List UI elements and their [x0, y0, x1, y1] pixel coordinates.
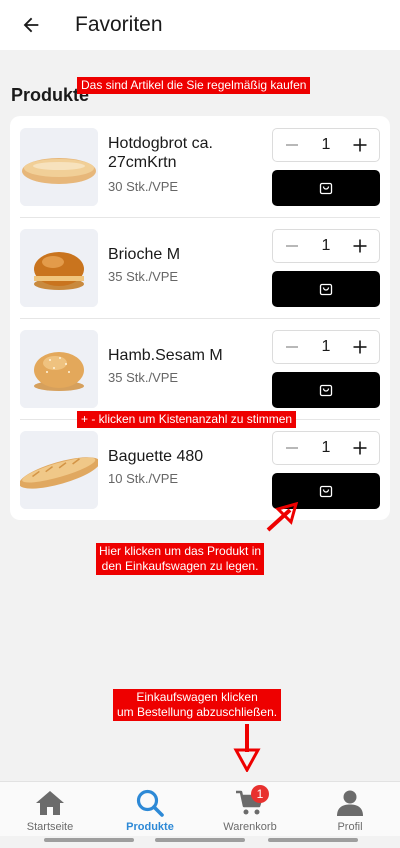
add-to-cart-button[interactable]: [272, 372, 380, 408]
product-image-hamb-sesam: [20, 330, 98, 408]
product-unit: 10 Stk./VPE: [108, 471, 179, 486]
nav-profil[interactable]: Profil: [300, 782, 400, 836]
add-to-cart-button[interactable]: [272, 271, 380, 307]
product-name: Baguette 480: [108, 448, 204, 465]
product-unit: 30 Stk./VPE: [108, 179, 179, 194]
increase-button[interactable]: [351, 237, 369, 255]
nav-produkte[interactable]: Produkte: [100, 782, 200, 836]
increase-button[interactable]: [351, 439, 369, 457]
plus-icon: [353, 138, 367, 152]
cart-count-badge: 1: [251, 785, 269, 803]
product-unit: 35 Stk./VPE: [108, 370, 179, 385]
increase-button[interactable]: [351, 136, 369, 154]
decrease-button[interactable]: [283, 439, 301, 457]
minus-icon: [286, 447, 298, 449]
product-item-hotdogbrot: Hotdogbrot ca. 27cmKrtn 30 Stk./VPE 1: [10, 116, 390, 217]
bottom-navigation: Startseite Produkte 1 Warenkorb Profil: [0, 781, 400, 836]
gesture-bar: [44, 838, 134, 842]
shopping-bag-icon: [319, 283, 333, 296]
search-icon: [134, 789, 166, 817]
nav-label: Produkte: [126, 821, 174, 833]
annotation-line: Einkaufswagen klicken: [136, 690, 258, 704]
product-item-baguette: Baguette 480 10 Stk./VPE 1: [10, 419, 390, 520]
plus-icon: [353, 239, 367, 253]
product-image-hotdogbrot: [20, 128, 98, 206]
decrease-button[interactable]: [283, 136, 301, 154]
quantity-value[interactable]: 1: [311, 136, 341, 154]
gesture-bar: [155, 838, 245, 842]
annotation-line: den Einkaufswagen zu legen.: [101, 559, 259, 573]
favorites-list: Hotdogbrot ca. 27cmKrtn 30 Stk./VPE 1 Br…: [10, 116, 390, 520]
product-name: Hotdogbrot ca. 27cmKrtn: [108, 135, 213, 171]
quantity-stepper: 1: [272, 431, 380, 465]
product-name: Hamb.Sesam M: [108, 347, 223, 364]
quantity-value[interactable]: 1: [311, 338, 341, 356]
add-to-cart-button[interactable]: [272, 170, 380, 206]
gesture-bar: [268, 838, 358, 842]
nav-label: Warenkorb: [223, 821, 277, 833]
product-unit: 35 Stk./VPE: [108, 269, 179, 284]
quantity-value[interactable]: 1: [311, 237, 341, 255]
product-item-brioche: Brioche M 35 Stk./VPE 1: [10, 217, 390, 318]
plus-icon: [353, 441, 367, 455]
product-name: Brioche M: [108, 246, 181, 263]
app-bar: Favoriten: [0, 0, 400, 50]
decrease-button[interactable]: [283, 237, 301, 255]
nav-startseite[interactable]: Startseite: [0, 782, 100, 836]
shopping-bag-icon: [319, 485, 333, 498]
quantity-value[interactable]: 1: [311, 439, 341, 457]
product-image-brioche: [20, 229, 98, 307]
annotation-stepper: + - klicken um Kistenanzahl zu stimmen: [77, 411, 297, 428]
annotation-checkout: Einkaufswagen klicken um Bestellung abzu…: [113, 689, 282, 721]
minus-icon: [286, 144, 298, 146]
profile-icon: [334, 789, 366, 817]
decrease-button[interactable]: [283, 338, 301, 356]
minus-icon: [286, 346, 298, 348]
home-icon: [34, 789, 66, 817]
arrow-left-icon: [23, 17, 39, 33]
quantity-stepper: 1: [272, 330, 380, 364]
annotation-line: um Bestellung abzuschließen.: [117, 705, 278, 719]
annotation-add-to-cart: Hier klicken um das Produkt in den Einka…: [96, 543, 265, 575]
plus-icon: [353, 340, 367, 354]
minus-icon: [286, 245, 298, 247]
product-image-baguette: [20, 431, 98, 509]
increase-button[interactable]: [351, 338, 369, 356]
nav-label: Startseite: [26, 821, 74, 833]
annotation-line: Hier klicken um das Produkt in: [99, 544, 262, 558]
nav-warenkorb[interactable]: 1 Warenkorb: [200, 782, 300, 836]
page-title: Favoriten: [75, 13, 163, 36]
product-item-hamb-sesam: Hamb.Sesam M 35 Stk./VPE 1: [10, 318, 390, 419]
quantity-stepper: 1: [272, 229, 380, 263]
annotation-favorites: Das sind Artikel die Sie regelmäßig kauf…: [77, 77, 311, 94]
annotation-arrow-up: [266, 501, 299, 532]
shopping-bag-icon: [319, 182, 333, 195]
annotation-arrow-down: [233, 724, 261, 772]
shopping-bag-icon: [319, 384, 333, 397]
nav-label: Profil: [337, 821, 363, 833]
quantity-stepper: 1: [272, 128, 380, 162]
back-button[interactable]: [17, 11, 45, 39]
